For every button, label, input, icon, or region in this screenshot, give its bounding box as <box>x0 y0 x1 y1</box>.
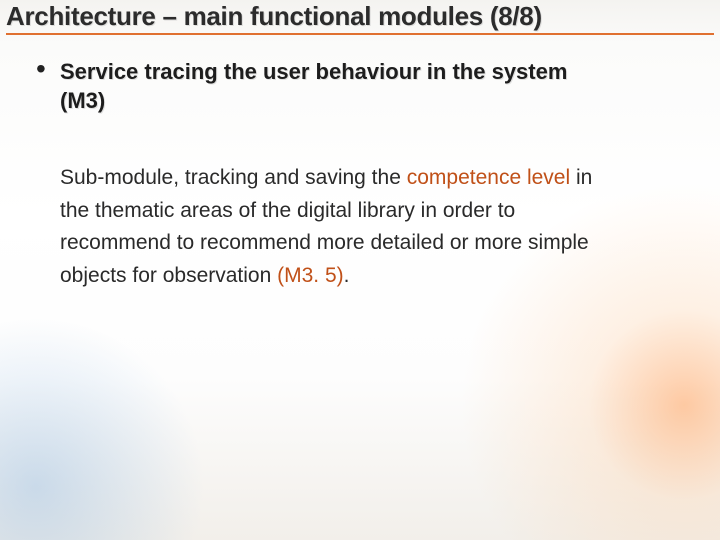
bullet-heading: Service tracing the user behaviour in th… <box>60 57 680 116</box>
body-text: Sub-module, tracking and saving the <box>60 166 407 189</box>
bullet-heading-line2: (M3) <box>60 88 105 113</box>
body-text: . <box>344 264 350 287</box>
slide-content: Service tracing the user behaviour in th… <box>0 35 720 293</box>
bullet-heading-line1: Service tracing the user behaviour in th… <box>60 59 567 84</box>
body-text: objects for observation <box>60 264 277 287</box>
body-line-1: Sub-module, tracking and saving the comp… <box>60 162 680 195</box>
body-text: in <box>570 166 592 189</box>
body-paragraph: Sub-module, tracking and saving the comp… <box>34 162 680 292</box>
body-line-2: the thematic areas of the digital librar… <box>60 195 680 228</box>
body-line-4: objects for observation (M3. 5). <box>60 260 680 293</box>
slide-title: Architecture – main functional modules (… <box>6 2 714 35</box>
highlight-text: (M3. 5) <box>277 264 344 287</box>
title-bar: Architecture – main functional modules (… <box>0 0 720 35</box>
bullet-list: Service tracing the user behaviour in th… <box>34 57 680 116</box>
body-line-3: recommend to recommend more detailed or … <box>60 227 680 260</box>
bullet-item: Service tracing the user behaviour in th… <box>34 57 680 116</box>
highlight-text: competence level <box>407 166 570 189</box>
slide: Architecture – main functional modules (… <box>0 0 720 540</box>
